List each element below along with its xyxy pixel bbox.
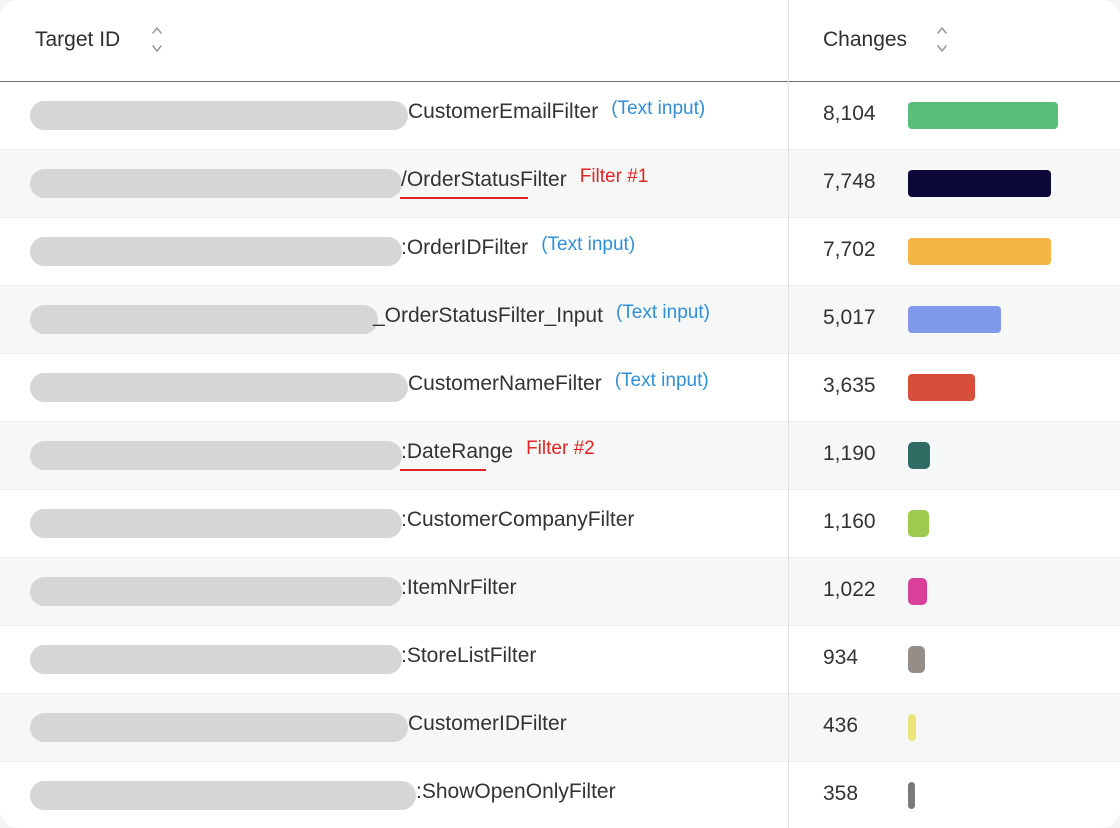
table-row[interactable]: /OrderStatusFilter 7,748 Filter #1 [0,150,1120,218]
redacted-prefix [30,509,402,538]
changes-bar [908,782,915,809]
target-id-cell: :StoreListFilter [401,644,537,667]
target-id-cell: CustomerIDFilter [408,712,567,735]
redacted-prefix [30,441,402,470]
redacted-prefix [30,577,402,606]
changes-count: 7,748 [823,170,876,193]
target-id-cell: :ShowOpenOnlyFilter [416,780,616,803]
changes-count: 7,702 [823,238,876,261]
table-row[interactable]: CustomerEmailFilter 8,104 (Text input) [0,82,1120,150]
changes-count: 1,190 [823,442,876,465]
target-id-cell: :ItemNrFilter [401,576,517,599]
changes-count: 8,104 [823,102,876,125]
changes-bar [908,646,925,673]
changes-table: Target ID Changes CustomerEmailFilter 8,1… [0,0,1120,828]
changes-bar [908,170,1051,197]
changes-count: 934 [823,646,859,669]
changes-bar [908,510,929,537]
redacted-prefix [30,373,408,402]
target-id-cell: _OrderStatusFilter_Input [373,304,603,327]
table-row[interactable]: CustomerNameFilter 3,635 (Text input) [0,354,1120,422]
changes-count: 1,160 [823,510,876,533]
table-row[interactable]: CustomerIDFilter 436 [0,694,1120,762]
table-row[interactable]: _OrderStatusFilter_Input 5,017 (Text input… [0,286,1120,354]
table-row[interactable]: :ItemNrFilter 1,022 [0,558,1120,626]
redacted-prefix [30,713,408,742]
filter-annotation: Filter #2 [526,438,595,459]
redacted-prefix [30,169,402,198]
redacted-prefix [30,305,378,334]
highlight-underline [400,197,528,199]
table-row[interactable]: :StoreListFilter 934 [0,626,1120,694]
text-input-annotation: (Text input) [541,234,636,255]
target-id-cell: /OrderStatusFilter [401,168,567,191]
sort-target-icon[interactable] [150,24,164,56]
table-row[interactable]: :OrderIDFilter 7,702 (Text input) [0,218,1120,286]
text-input-annotation: (Text input) [611,98,706,119]
changes-bar [908,714,916,741]
table-header: Target ID Changes [0,0,1120,82]
changes-count: 358 [823,782,859,805]
target-id-cell: CustomerNameFilter [408,372,602,395]
changes-bar [908,578,927,605]
text-input-annotation: (Text input) [615,302,710,323]
table-row[interactable]: :CustomerCompanyFilter 1,160 [0,490,1120,558]
changes-header[interactable]: Changes [823,28,907,52]
changes-bar [908,238,1051,265]
changes-bar [908,442,930,469]
redacted-prefix [30,781,416,810]
target-id-cell: :DateRange [401,440,514,463]
redacted-prefix [30,101,408,130]
column-divider [788,0,789,828]
filter-annotation: Filter #1 [579,166,649,187]
text-input-annotation: (Text input) [614,370,709,391]
changes-count: 1,022 [823,578,876,601]
redacted-prefix [30,645,402,674]
changes-bar [908,374,975,401]
table-row[interactable]: :DateRange 1,190 Filter #2 [0,422,1120,490]
target-id-cell: CustomerEmailFilter [408,100,599,123]
changes-bar [908,102,1058,129]
changes-count: 5,017 [823,306,876,329]
target-id-cell: :OrderIDFilter [401,236,529,259]
highlight-underline [400,469,486,471]
target-id-header[interactable]: Target ID [35,28,120,52]
changes-bar [908,306,1001,333]
redacted-prefix [30,237,402,266]
sort-changes-icon[interactable] [935,24,949,56]
table-row[interactable]: :ShowOpenOnlyFilter 358 [0,762,1120,828]
changes-count: 3,635 [823,374,876,397]
changes-count: 436 [823,714,859,737]
target-id-cell: :CustomerCompanyFilter [401,508,635,531]
